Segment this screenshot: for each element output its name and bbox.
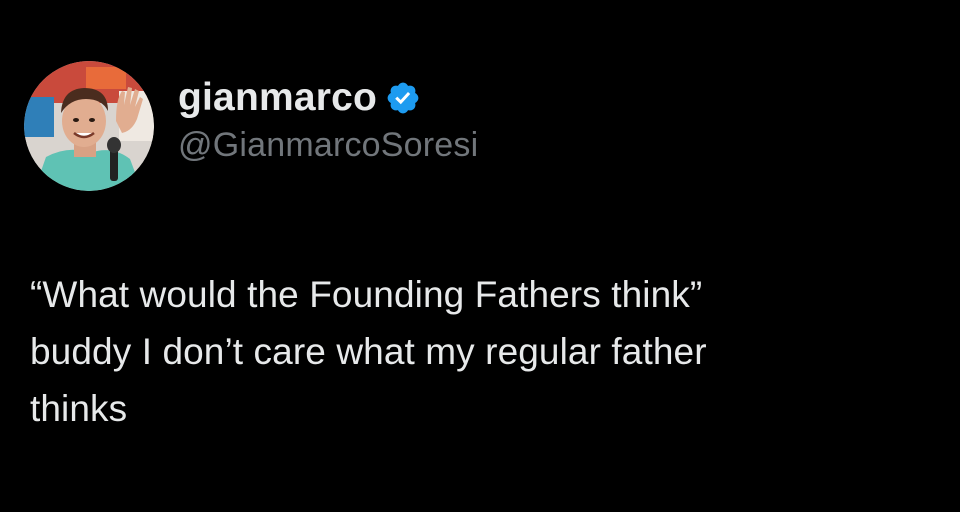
author-header: gianmarco @GianmarcoSoresi xyxy=(178,72,478,165)
author-handle[interactable]: @GianmarcoSoresi xyxy=(178,126,478,165)
tweet-text-line-1: “What would the Founding Fathers think” xyxy=(30,274,703,315)
tweet-text-line-2: buddy I don’t care what my regular fathe… xyxy=(30,331,707,372)
tweet-body: “What would the Founding Fathers think” … xyxy=(30,266,945,437)
name-row: gianmarco xyxy=(178,72,478,124)
author-avatar[interactable] xyxy=(24,61,154,191)
avatar-photo-icon xyxy=(24,61,154,191)
verified-badge-icon xyxy=(385,80,421,116)
author-display-name[interactable]: gianmarco xyxy=(178,76,377,120)
tweet-text-line-3: thinks xyxy=(30,388,128,429)
tweet-card: gianmarco @GianmarcoSoresi “What would t… xyxy=(0,0,960,512)
